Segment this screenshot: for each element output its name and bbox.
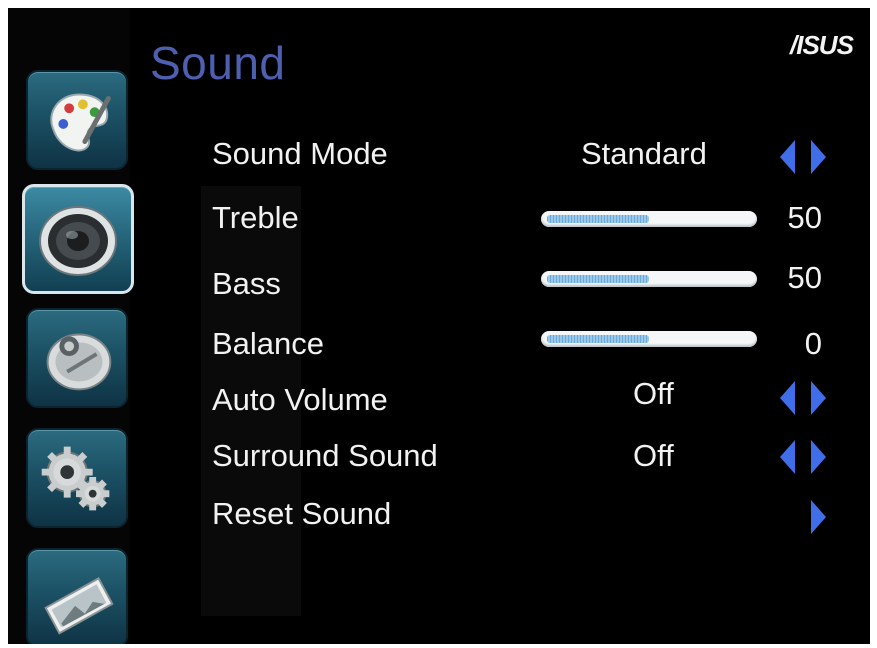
balance-slider[interactable] bbox=[541, 331, 757, 347]
surround-sound-label: Surround Sound bbox=[212, 438, 438, 473]
surround-sound-arrows[interactable] bbox=[780, 440, 828, 474]
arrow-right-icon[interactable] bbox=[811, 440, 826, 474]
auto-volume-label: Auto Volume bbox=[212, 382, 388, 417]
treble-slider[interactable] bbox=[541, 211, 757, 227]
arrow-left-icon[interactable] bbox=[780, 440, 795, 474]
menu-row-reset-sound[interactable]: Reset Sound bbox=[8, 490, 870, 540]
balance-slider-fill bbox=[547, 335, 649, 343]
osd-screen: Sound /ISUS Sound Mode Standard Treble 5… bbox=[8, 8, 870, 644]
reset-sound-arrow[interactable] bbox=[780, 500, 828, 534]
menu-row-auto-volume[interactable]: Auto Volume Off bbox=[8, 374, 870, 424]
arrow-right-icon[interactable] bbox=[811, 381, 826, 415]
menu-row-sound-mode[interactable]: Sound Mode Standard bbox=[8, 130, 870, 180]
page-title: Sound bbox=[150, 37, 286, 89]
sound-mode-label: Sound Mode bbox=[212, 136, 388, 171]
balance-value: 0 bbox=[804, 326, 822, 361]
bass-slider[interactable] bbox=[541, 271, 757, 287]
sound-mode-arrows[interactable] bbox=[780, 140, 828, 174]
auto-volume-value: Off bbox=[633, 376, 674, 411]
menu-row-bass[interactable]: Bass 50 bbox=[8, 254, 870, 304]
treble-label: Treble bbox=[212, 200, 299, 235]
auto-volume-arrows[interactable] bbox=[780, 381, 828, 415]
balance-label: Balance bbox=[212, 326, 325, 361]
brand-logo: /ISUS bbox=[790, 30, 854, 60]
bass-label: Bass bbox=[212, 266, 281, 301]
arrow-right-icon[interactable] bbox=[811, 500, 826, 534]
bass-value: 50 bbox=[787, 260, 822, 295]
arrow-right-icon[interactable] bbox=[811, 140, 826, 174]
menu-row-balance[interactable]: Balance 0 bbox=[8, 314, 870, 364]
arrow-left-icon[interactable] bbox=[780, 140, 795, 174]
sidebar-item-media[interactable] bbox=[26, 548, 128, 644]
arrow-left-icon[interactable] bbox=[780, 381, 795, 415]
surround-sound-value: Off bbox=[633, 438, 674, 473]
photo-icon bbox=[44, 577, 114, 635]
menu-row-surround-sound[interactable]: Surround Sound Off bbox=[8, 434, 870, 484]
bass-slider-fill bbox=[547, 275, 649, 283]
reset-sound-label: Reset Sound bbox=[212, 496, 392, 531]
treble-value: 50 bbox=[787, 200, 822, 235]
menu-row-treble[interactable]: Treble 50 bbox=[8, 194, 870, 244]
treble-slider-fill bbox=[547, 215, 649, 223]
sound-mode-value: Standard bbox=[581, 136, 707, 171]
